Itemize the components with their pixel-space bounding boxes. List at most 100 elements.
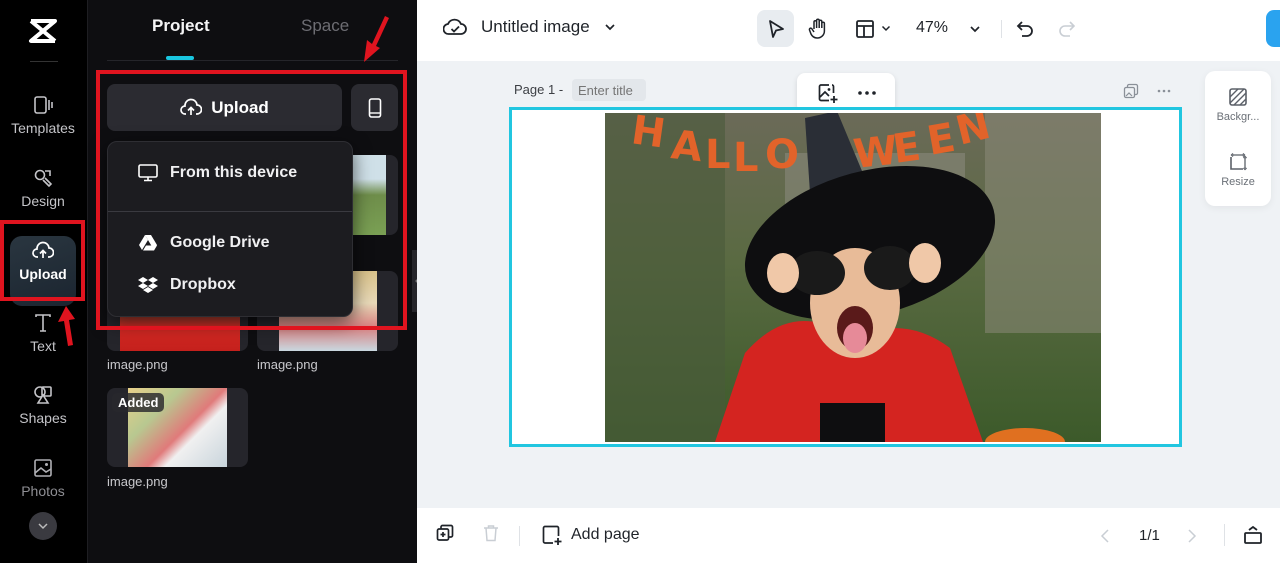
more-options-icon[interactable] (857, 91, 876, 95)
phone-icon (368, 97, 381, 118)
tab-project[interactable]: Project (152, 16, 210, 36)
rail-more-button[interactable] (29, 512, 57, 540)
chevron-down-icon (38, 523, 48, 530)
resize-icon (1230, 153, 1247, 171)
google-drive-icon (139, 235, 157, 251)
witch-girl-photo: H A L L O W E E N (605, 113, 1101, 442)
menu-item-label: Dropbox (170, 276, 236, 293)
text-icon (35, 314, 51, 332)
svg-text:L: L (705, 132, 731, 178)
templates-icon (34, 96, 53, 114)
rail-label: Photos (21, 483, 65, 499)
soccer-photo (350, 155, 386, 235)
delete-page-button[interactable] (483, 524, 499, 542)
layout-icon (856, 19, 874, 38)
menu-item-label: Google Drive (170, 234, 270, 251)
add-page-label: Add page (571, 526, 640, 543)
duplicate-page-icon[interactable] (1123, 83, 1139, 99)
tab-divider (107, 60, 398, 61)
redo-button[interactable] (1055, 10, 1079, 47)
canvas-image[interactable]: H A L L O W E E N (605, 113, 1101, 442)
undo-button[interactable] (1013, 10, 1037, 47)
cloud-upload-icon (180, 98, 203, 115)
side-tool-label: Backgr... (1216, 111, 1260, 123)
upload-button-label: Upload (211, 97, 269, 117)
rail-item-design[interactable]: Design (0, 167, 86, 209)
design-icon (34, 169, 53, 188)
duplicate-icon (436, 524, 454, 541)
side-tools-card: Backgr... Resize (1205, 71, 1271, 206)
menu-divider (108, 211, 352, 212)
bottom-toolbar: Add page 1/1 (417, 508, 1280, 563)
zoom-dropdown-button[interactable] (965, 10, 985, 47)
prev-page-icon[interactable] (1100, 528, 1110, 544)
rail-item-shapes[interactable]: Shapes (0, 384, 86, 426)
svg-text:H: H (629, 113, 669, 158)
add-page-icon (542, 525, 562, 545)
capcut-logo-icon[interactable] (26, 14, 60, 48)
cloud-saved-icon (443, 18, 467, 35)
dropbox-icon (138, 277, 158, 293)
page-title-input[interactable] (572, 79, 646, 101)
select-tool-button[interactable] (757, 10, 794, 47)
replace-image-icon[interactable] (817, 82, 839, 104)
document-title-area[interactable]: Untitled image (443, 16, 616, 38)
duplicate-button[interactable] (436, 524, 454, 542)
file-thumbnail[interactable]: Added (107, 388, 248, 467)
upload-source-menu: From this device Google Drive Dropbox (107, 141, 353, 317)
hand-tool-button[interactable] (801, 10, 835, 47)
left-rail: Templates Design Upload Text Shapes Phot… (0, 0, 88, 563)
chevron-down-icon (605, 24, 615, 31)
svg-text:A: A (669, 122, 705, 171)
rail-item-upload[interactable]: Upload (0, 236, 86, 306)
rail-label: Upload (19, 266, 67, 282)
rail-item-photos[interactable]: Photos (0, 457, 86, 499)
bottom-divider (1224, 524, 1225, 546)
upload-from-phone-button[interactable] (351, 84, 398, 131)
top-toolbar: Untitled image 47% (417, 0, 1280, 61)
next-page-icon[interactable] (1187, 528, 1197, 544)
export-button[interactable] (1266, 10, 1280, 47)
expand-panel-icon[interactable] (1243, 525, 1263, 545)
svg-text:O: O (765, 132, 799, 178)
menu-item-dropbox[interactable]: Dropbox (138, 276, 236, 294)
file-name: image.png (107, 474, 168, 489)
rail-label: Design (21, 193, 65, 209)
page-canvas[interactable]: H A L L O W E E N (509, 107, 1182, 447)
zoom-level[interactable]: 47% (916, 19, 948, 37)
undo-icon (1016, 20, 1033, 37)
upload-panel: Project Space Upload image.png image.png… (88, 0, 417, 563)
added-badge: Added (112, 393, 165, 412)
shapes-icon (34, 386, 52, 404)
document-title: Untitled image (481, 17, 590, 36)
page-counter: 1/1 (1139, 527, 1160, 544)
rail-label: Shapes (19, 410, 67, 426)
file-name: image.png (107, 357, 168, 372)
toolbar-divider (1001, 20, 1002, 38)
rail-item-templates[interactable]: Templates (0, 94, 86, 136)
annotation-arrow-icon (364, 16, 389, 62)
hand-icon (808, 18, 826, 39)
upload-button[interactable]: Upload (107, 84, 342, 131)
page-label: Page 1 - (514, 82, 564, 97)
resize-tool-button[interactable]: Resize (1205, 152, 1271, 188)
chevron-down-icon (970, 25, 980, 32)
add-page-button[interactable]: Add page (541, 524, 640, 546)
svg-text:L: L (733, 135, 759, 181)
menu-item-from-device[interactable]: From this device (138, 164, 297, 182)
chevron-down-icon (881, 25, 891, 32)
file-name: image.png (257, 357, 318, 372)
logo-divider (30, 61, 58, 62)
cloud-upload-icon (32, 241, 54, 258)
menu-item-google-drive[interactable]: Google Drive (138, 234, 270, 252)
side-tool-label: Resize (1221, 176, 1255, 188)
page-more-icon[interactable] (1157, 89, 1171, 93)
rail-label: Templates (11, 120, 75, 136)
annotation-arrow-icon (58, 306, 75, 346)
menu-item-label: From this device (170, 164, 298, 181)
tab-space[interactable]: Space (301, 16, 349, 36)
pointer-icon (768, 19, 784, 38)
bottom-divider (519, 526, 520, 546)
background-tool-button[interactable]: Backgr... (1205, 87, 1271, 123)
layout-dropdown[interactable] (849, 10, 897, 47)
